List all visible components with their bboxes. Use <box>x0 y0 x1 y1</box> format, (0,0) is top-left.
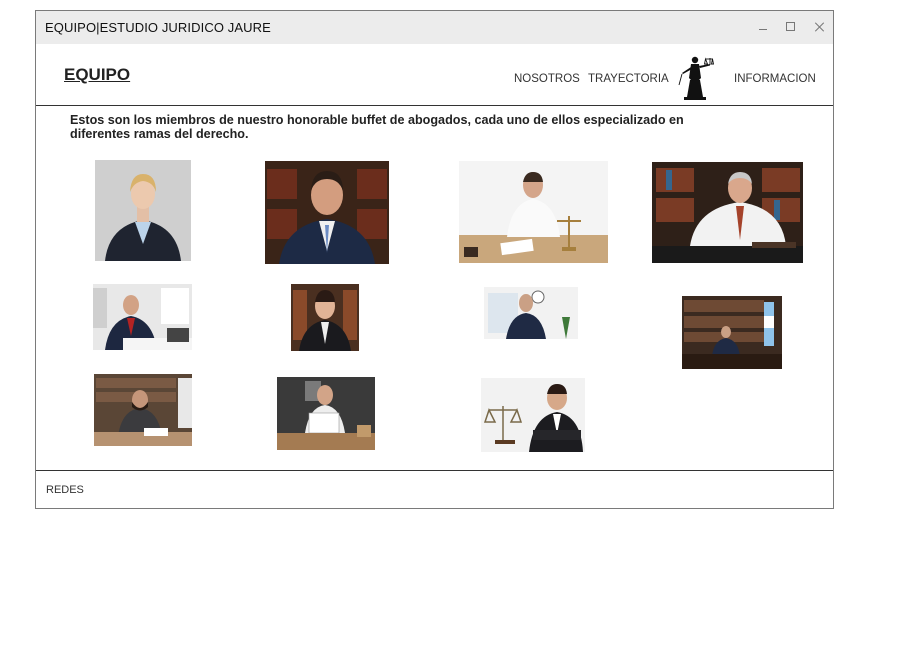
nav-link-informacion[interactable]: INFORMACION <box>734 73 816 85</box>
lawyer-photo-man-flag <box>682 296 782 369</box>
lawyer-photo-man-holding-paper <box>277 377 375 450</box>
footer-divider <box>36 470 833 471</box>
lawyer-photo-man-desk-scales <box>459 161 608 263</box>
window-title: EQUIPO|ESTUDIO JURIDICO JAURE <box>45 20 271 35</box>
intro-text: Estos son los miembros de nuestro honora… <box>70 113 684 141</box>
lawyer-photo-man-office <box>93 284 192 350</box>
lawyer-photo-older-man-library <box>652 162 803 263</box>
lawyer-photo-man-bookshelf <box>265 161 389 264</box>
app-window: EQUIPO|ESTUDIO JURIDICO JAURE EQUIPO NOS… <box>35 10 834 509</box>
page-title-link[interactable]: EQUIPO <box>64 65 130 85</box>
lawyer-photo-young-man <box>291 284 359 351</box>
nav-link-nosotros[interactable]: NOSOTROS <box>514 73 580 85</box>
nav-link-trayectoria[interactable]: TRAYECTORIA <box>588 73 669 85</box>
minimize-button[interactable] <box>756 20 770 34</box>
lawyer-photo-man-arms-crossed <box>481 378 585 452</box>
footer-link-redes[interactable]: REDES <box>46 484 84 496</box>
lawyer-photo-woman <box>95 160 191 261</box>
title-bar: EQUIPO|ESTUDIO JURIDICO JAURE <box>36 11 833 44</box>
lawyer-photo-man-clock <box>484 287 578 349</box>
maximize-button[interactable] <box>784 20 798 34</box>
lady-justice-logo[interactable] <box>676 54 714 100</box>
site-header: EQUIPO NOSOTROS TRAYECTORIA INFORMACION <box>36 44 833 106</box>
lawyer-photo-bearded-man <box>94 374 192 446</box>
close-button[interactable] <box>812 20 826 34</box>
